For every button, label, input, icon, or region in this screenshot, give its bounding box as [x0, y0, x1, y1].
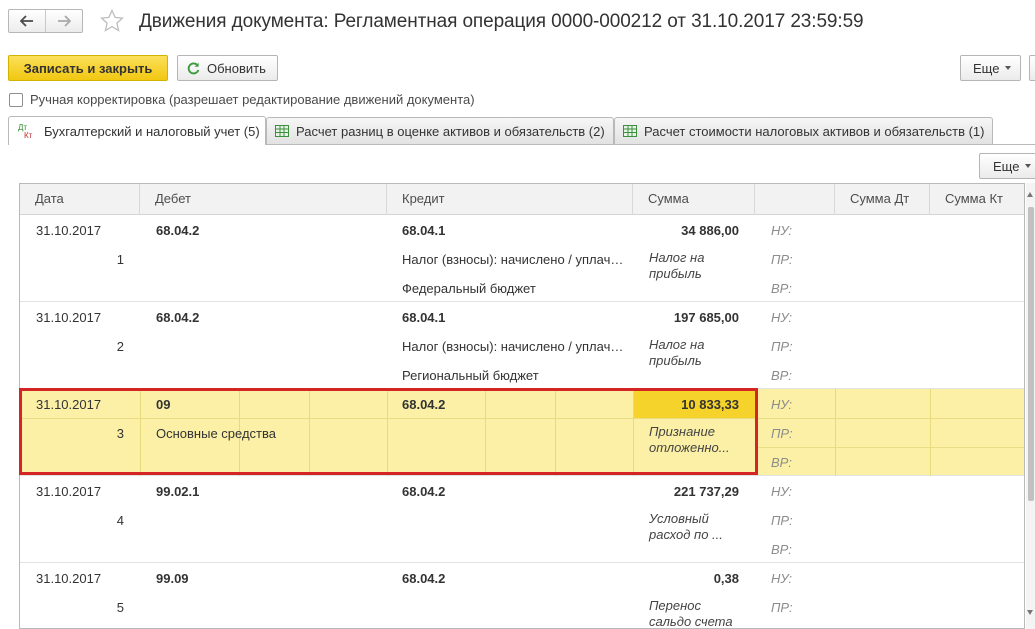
kredit-subconto-1[interactable]: Налог (взносы): начислено / уплачено — [402, 252, 624, 267]
more-label: Еще — [973, 60, 1000, 76]
kredit-account[interactable]: 68.04.2 — [402, 571, 445, 586]
manual-correction-label: Ручная корректировка (разрешает редактир… — [30, 92, 475, 107]
pr-label: ПР: — [771, 252, 793, 267]
accounting-dt-kt-icon: Дт Кт — [17, 122, 37, 140]
pr-label: ПР: — [771, 513, 793, 528]
grid-more-button[interactable]: Еще — [979, 153, 1035, 179]
tab-label: Расчет разниц в оценке активов и обязате… — [296, 123, 605, 139]
refresh-button[interactable]: Обновить — [177, 55, 278, 81]
table-row[interactable]: 31.10.2017 5 99.09 68.04.2 0,38 Перенос сальд… — [20, 563, 1024, 628]
refresh-icon — [187, 62, 200, 74]
column-header-debet[interactable]: Дебет — [140, 184, 387, 215]
table-row[interactable]: 31.10.2017 2 68.04.2 68.04.1 Налог (взносы):… — [20, 302, 1024, 389]
row-sum[interactable]: 197 685,00 — [634, 310, 739, 325]
back-button[interactable] — [9, 10, 45, 32]
column-header-accounting-type[interactable] — [755, 184, 835, 215]
debet-account[interactable]: 99.09 — [156, 571, 189, 586]
vr-label: ВР: — [771, 368, 792, 383]
debet-account[interactable]: 68.04.2 — [156, 223, 199, 238]
vr-label: ВР: — [771, 542, 792, 557]
star-icon — [99, 8, 125, 32]
arrow-left-icon — [20, 15, 33, 27]
row-number[interactable]: 1 — [80, 252, 124, 267]
tab-asset-differences[interactable]: Расчет разниц в оценке активов и обязате… — [266, 117, 614, 144]
svg-text:Кт: Кт — [24, 131, 33, 140]
nu-label: НУ: — [771, 310, 793, 325]
kredit-subconto-1[interactable]: Налог (взносы): начислено / уплачено — [402, 339, 624, 354]
table-row[interactable]: 31.10.2017 1 68.04.2 68.04.1 Налог (взносы):… — [20, 215, 1024, 302]
history-nav — [8, 9, 83, 33]
kredit-account[interactable]: 68.04.1 — [402, 223, 445, 238]
page-title: Движения документа: Регламентная операци… — [139, 11, 864, 32]
tab-label: Бухгалтерский и налоговый учет (5) — [44, 123, 260, 139]
row-number[interactable]: 2 — [80, 339, 124, 354]
arrow-right-icon — [58, 15, 71, 27]
column-header-sum[interactable]: Сумма — [633, 184, 755, 215]
selection-highlight-frame — [19, 388, 758, 475]
row-sum[interactable]: 221 737,29 — [634, 484, 739, 499]
debet-account[interactable]: 68.04.2 — [156, 310, 199, 325]
row-number[interactable]: 4 — [80, 513, 124, 528]
forward-button[interactable] — [45, 10, 82, 32]
row-date[interactable]: 31.10.2017 — [36, 310, 101, 325]
tab-label: Расчет стоимости налоговых активов и обя… — [644, 123, 985, 139]
extra-toolbar-button[interactable] — [1029, 55, 1035, 81]
table-row[interactable]: 31.10.2017 4 99.02.1 68.04.2 221 737,29 Услов… — [20, 476, 1024, 563]
refresh-label: Обновить — [207, 60, 266, 76]
tab-tax-asset-cost[interactable]: Расчет стоимости налоговых активов и обя… — [614, 117, 993, 144]
table-header: Дата Дебет Кредит Сумма Сумма Дт Сумма К… — [20, 184, 1024, 215]
debet-account[interactable]: 99.02.1 — [156, 484, 199, 499]
kredit-account[interactable]: 68.04.2 — [402, 484, 445, 499]
table-icon — [623, 125, 637, 137]
column-header-sum-dt[interactable]: Сумма Дт — [835, 184, 930, 215]
column-header-kredit[interactable]: Кредит — [387, 184, 633, 215]
chevron-down-icon — [1005, 66, 1012, 70]
row-number[interactable]: 5 — [80, 600, 124, 615]
nu-label: НУ: — [771, 397, 793, 412]
cell-divider — [930, 389, 931, 476]
more-label: Еще — [993, 158, 1020, 174]
row-divider — [755, 447, 1024, 448]
column-header-date[interactable]: Дата — [20, 184, 140, 215]
favorite-button[interactable] — [99, 8, 125, 34]
more-actions-button[interactable]: Еще — [960, 55, 1021, 81]
manual-correction-toggle[interactable]: Ручная корректировка (разрешает редактир… — [9, 92, 475, 107]
scroll-down-icon[interactable] — [1027, 610, 1033, 615]
row-date[interactable]: 31.10.2017 — [36, 484, 101, 499]
cell-divider — [835, 389, 836, 476]
scrollbar-thumb[interactable] — [1028, 207, 1034, 501]
column-header-sum-kt[interactable]: Сумма Кт — [930, 184, 1024, 215]
manual-correction-checkbox[interactable] — [9, 92, 23, 107]
row-comment[interactable]: Налог на прибыль — [649, 337, 744, 369]
row-comment[interactable]: Условный расход по ... — [649, 511, 744, 543]
row-sum[interactable]: 0,38 — [634, 571, 739, 586]
vr-label: ВР: — [771, 281, 792, 296]
pr-label: ПР: — [771, 426, 793, 441]
tab-accounting[interactable]: Дт Кт Бухгалтерский и налоговый учет (5) — [8, 116, 266, 145]
row-sum[interactable]: 34 886,00 — [634, 223, 739, 238]
table-icon — [275, 125, 289, 137]
nu-label: НУ: — [771, 571, 793, 586]
scroll-up-icon[interactable] — [1027, 192, 1033, 197]
row-comment[interactable]: Перенос сальдо счета — [649, 598, 744, 628]
kredit-account[interactable]: 68.04.1 — [402, 310, 445, 325]
vr-label: ВР: — [771, 455, 792, 470]
nu-label: НУ: — [771, 223, 793, 238]
row-comment[interactable]: Налог на прибыль — [649, 250, 744, 282]
kredit-subconto-2[interactable]: Федеральный бюджет — [402, 281, 536, 296]
row-date[interactable]: 31.10.2017 — [36, 223, 101, 238]
nu-label: НУ: — [771, 484, 793, 499]
pr-label: ПР: — [771, 339, 793, 354]
chevron-down-icon — [1025, 164, 1032, 168]
save-and-close-button[interactable]: Записать и закрыть — [8, 55, 168, 81]
pr-label: ПР: — [771, 600, 793, 615]
kredit-subconto-2[interactable]: Региональный бюджет — [402, 368, 539, 383]
row-date[interactable]: 31.10.2017 — [36, 571, 101, 586]
